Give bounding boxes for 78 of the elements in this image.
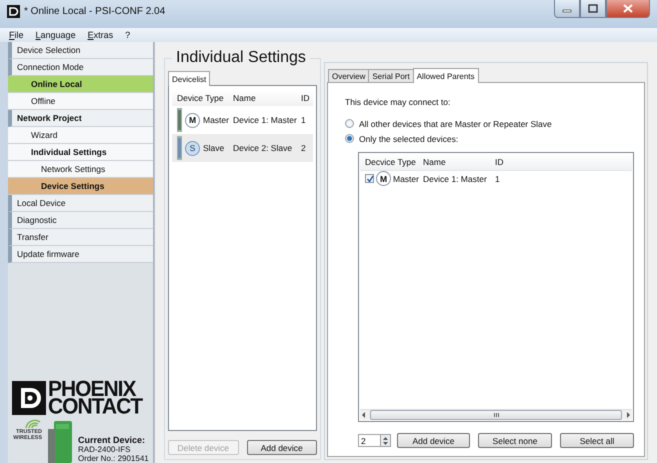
slave-badge: S xyxy=(185,140,200,156)
nav-item[interactable]: Wizard xyxy=(8,127,153,144)
menu-item[interactable]: Extras xyxy=(88,30,114,40)
nav-item[interactable]: Network Project xyxy=(8,110,153,127)
section-title: Individual Settings xyxy=(175,50,307,66)
column-header: Decvice Type xyxy=(365,157,417,167)
spin-down-icon[interactable] xyxy=(381,440,390,446)
column-header: Device Type xyxy=(177,93,225,103)
scroll-left-icon[interactable] xyxy=(360,411,367,419)
table-cell: Master xyxy=(393,174,419,184)
nav-item[interactable]: Update firmware xyxy=(8,246,153,263)
order-number-text: Order No.: 2901541 xyxy=(78,454,149,463)
nav-item[interactable]: Device Selection xyxy=(8,42,153,59)
column-header: Name xyxy=(423,157,447,167)
checkbox[interactable] xyxy=(365,174,374,183)
device-module-icon xyxy=(177,136,182,160)
nav-item[interactable]: Individual Settings xyxy=(8,144,153,161)
menu-item[interactable]: File xyxy=(9,30,24,40)
device-button[interactable]: Add device xyxy=(246,440,317,455)
action-button[interactable]: Select all xyxy=(560,433,634,448)
device-module-icon xyxy=(177,108,182,132)
nav-item[interactable]: Online Local xyxy=(8,76,153,93)
close-icon xyxy=(623,4,633,13)
device-model-text: RAD-2400-IFS xyxy=(78,445,132,454)
action-button[interactable]: Select none xyxy=(478,433,552,448)
radio-label[interactable]: Only the selected devices: xyxy=(359,134,458,144)
nav-item[interactable]: Diagnostic xyxy=(8,212,153,229)
number-field[interactable]: 2 xyxy=(358,434,380,447)
radio-label[interactable]: All other devices that are Master or Repeater Slave xyxy=(359,118,552,128)
brand-logo-text: CONTACT xyxy=(48,398,142,416)
nav-item[interactable]: Network Settings xyxy=(8,161,153,178)
scroll-right-icon[interactable] xyxy=(625,411,632,419)
brand-logo-icon xyxy=(12,381,46,415)
menu-item[interactable]: ? xyxy=(125,30,130,40)
table-cell: Slave xyxy=(203,143,224,153)
minimize-button[interactable] xyxy=(554,0,580,18)
device-row[interactable]: M Master Device 1: Master 1 xyxy=(172,106,313,134)
spin-up-icon[interactable] xyxy=(381,436,390,440)
nav-item[interactable]: Local Device xyxy=(8,195,153,212)
nav-item[interactable]: Transfer xyxy=(8,229,153,246)
app-logo-icon xyxy=(7,5,20,18)
maximize-icon xyxy=(588,4,598,13)
prompt-text: This device may connect to: xyxy=(345,97,452,107)
table-cell-text: Device 1: Master xyxy=(233,115,298,125)
column-header: Name xyxy=(233,93,257,103)
radio-button[interactable] xyxy=(345,134,354,143)
grip-icon xyxy=(494,413,498,417)
tab[interactable]: Serial Port xyxy=(368,69,414,82)
table-cell-text: Device 2: Slave xyxy=(233,143,294,153)
brand-logo-text: PHOENIX xyxy=(48,380,136,398)
column-header: ID xyxy=(301,93,310,103)
table-cell-text: 2 xyxy=(301,143,307,153)
nav-item[interactable]: Device Settings xyxy=(8,178,153,195)
radio-button[interactable] xyxy=(345,119,354,128)
table-cell-text: 1 xyxy=(301,115,307,125)
maximize-button[interactable] xyxy=(580,0,606,18)
window-title: * Online Local - PSI-CONF 2.04 xyxy=(24,6,166,17)
device-module-drawing xyxy=(48,421,72,463)
table-cell-text: Device 1: Master xyxy=(423,174,488,184)
close-button[interactable] xyxy=(606,0,650,18)
menu-item[interactable]: Language xyxy=(36,30,76,40)
action-button[interactable]: Add device xyxy=(397,433,470,448)
column-header: ID xyxy=(495,157,504,167)
master-badge: M xyxy=(185,112,200,128)
tab[interactable]: Devicelist xyxy=(168,71,210,86)
horizontal-scrollbar[interactable] xyxy=(360,409,632,420)
device-row[interactable]: S Slave Device 2: Slave 2 xyxy=(172,134,313,162)
table-cell-text: 1 xyxy=(495,174,501,184)
checkmark-icon xyxy=(366,175,374,182)
current-device-label: Current Device: xyxy=(78,436,146,445)
scroll-thumb[interactable] xyxy=(370,410,622,420)
tab[interactable]: Allowed Parents xyxy=(412,68,479,83)
nav-item[interactable]: Connection Mode xyxy=(8,59,153,76)
tab[interactable]: Overview xyxy=(328,69,370,82)
wireless-waves-icon xyxy=(24,418,42,429)
table-cell: Master xyxy=(203,115,229,125)
nav-item[interactable]: Offline xyxy=(8,93,153,110)
master-badge: M xyxy=(376,171,391,186)
